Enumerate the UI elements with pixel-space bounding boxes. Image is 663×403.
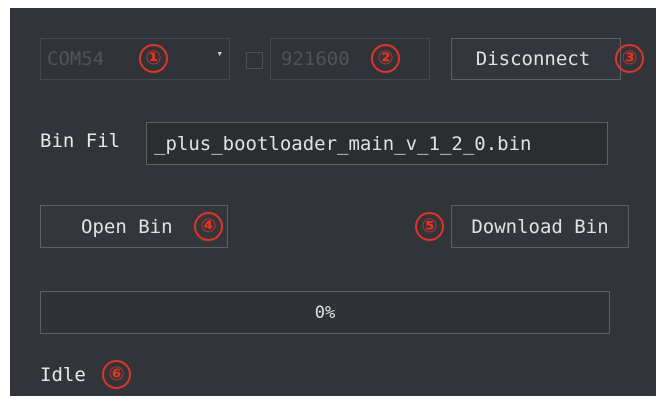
- open-bin-button-label: Open Bin: [81, 215, 173, 238]
- download-bin-button[interactable]: Download Bin: [451, 205, 629, 248]
- bin-file-path-input[interactable]: _plus_bootloader_main_v_1_2_0.bin: [146, 122, 608, 165]
- download-progress-bar: 0%: [40, 291, 610, 334]
- status-text: Idle: [40, 364, 86, 386]
- annotation-badge-3: ③: [615, 44, 644, 73]
- annotation-badge-5: ⑤: [415, 212, 444, 241]
- port-select[interactable]: COM54 ▾: [40, 38, 230, 80]
- bin-file-label: Bin Fil: [40, 130, 121, 152]
- serial-flasher-panel: COM54 ▾ ① 921600 ② Disconnect ③ Bin Fil …: [10, 8, 656, 396]
- annotation-badge-4: ④: [194, 212, 223, 241]
- annotation-badge-6: ⑥: [102, 360, 131, 389]
- annotation-badge-2: ②: [371, 44, 400, 73]
- disconnect-button-label: Disconnect: [475, 48, 591, 70]
- baud-checkbox[interactable]: [246, 52, 263, 69]
- annotation-badge-1: ①: [139, 44, 168, 73]
- download-bin-button-label: Download Bin: [471, 215, 609, 238]
- baud-rate-field[interactable]: 921600: [270, 38, 430, 80]
- progress-text: 0%: [314, 302, 336, 323]
- port-select-value: COM54: [47, 48, 105, 70]
- baud-rate-value: 921600: [281, 48, 350, 70]
- bin-file-path-value: _plus_bootloader_main_v_1_2_0.bin: [154, 132, 532, 155]
- disconnect-button[interactable]: Disconnect: [451, 38, 621, 80]
- chevron-down-icon: ▾: [216, 47, 223, 60]
